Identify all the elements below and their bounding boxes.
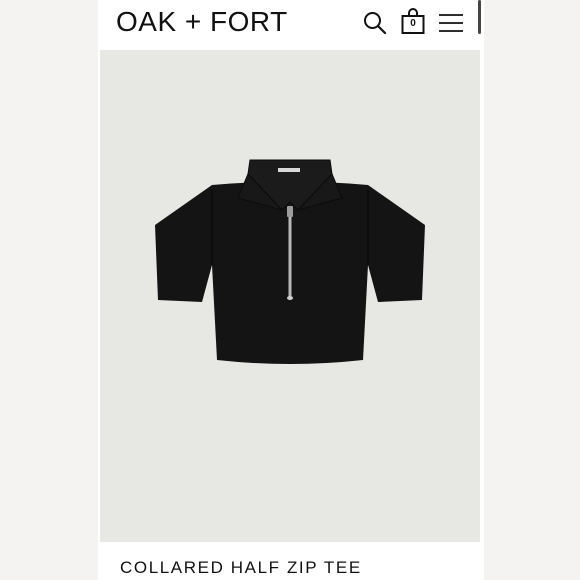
site-header: OAK + FORT 0: [98, 0, 484, 48]
brand-logo[interactable]: OAK + FORT: [116, 6, 288, 38]
scrollbar[interactable]: [478, 0, 481, 34]
menu-button[interactable]: [436, 8, 466, 38]
cart-count-badge: 0: [410, 18, 416, 29]
search-icon: [364, 12, 387, 35]
cropped-tee-illustration: [155, 159, 425, 364]
mobile-page: OAK + FORT 0 COLLARED HALF ZIP TEE: [98, 0, 484, 580]
garment-label: [278, 168, 300, 172]
search-button[interactable]: [360, 8, 390, 38]
hamburger-menu-icon: [439, 14, 463, 32]
cart-button[interactable]: 0: [398, 8, 428, 38]
product-title: COLLARED HALF ZIP TEE: [120, 558, 362, 577]
product-image[interactable]: [100, 50, 480, 542]
